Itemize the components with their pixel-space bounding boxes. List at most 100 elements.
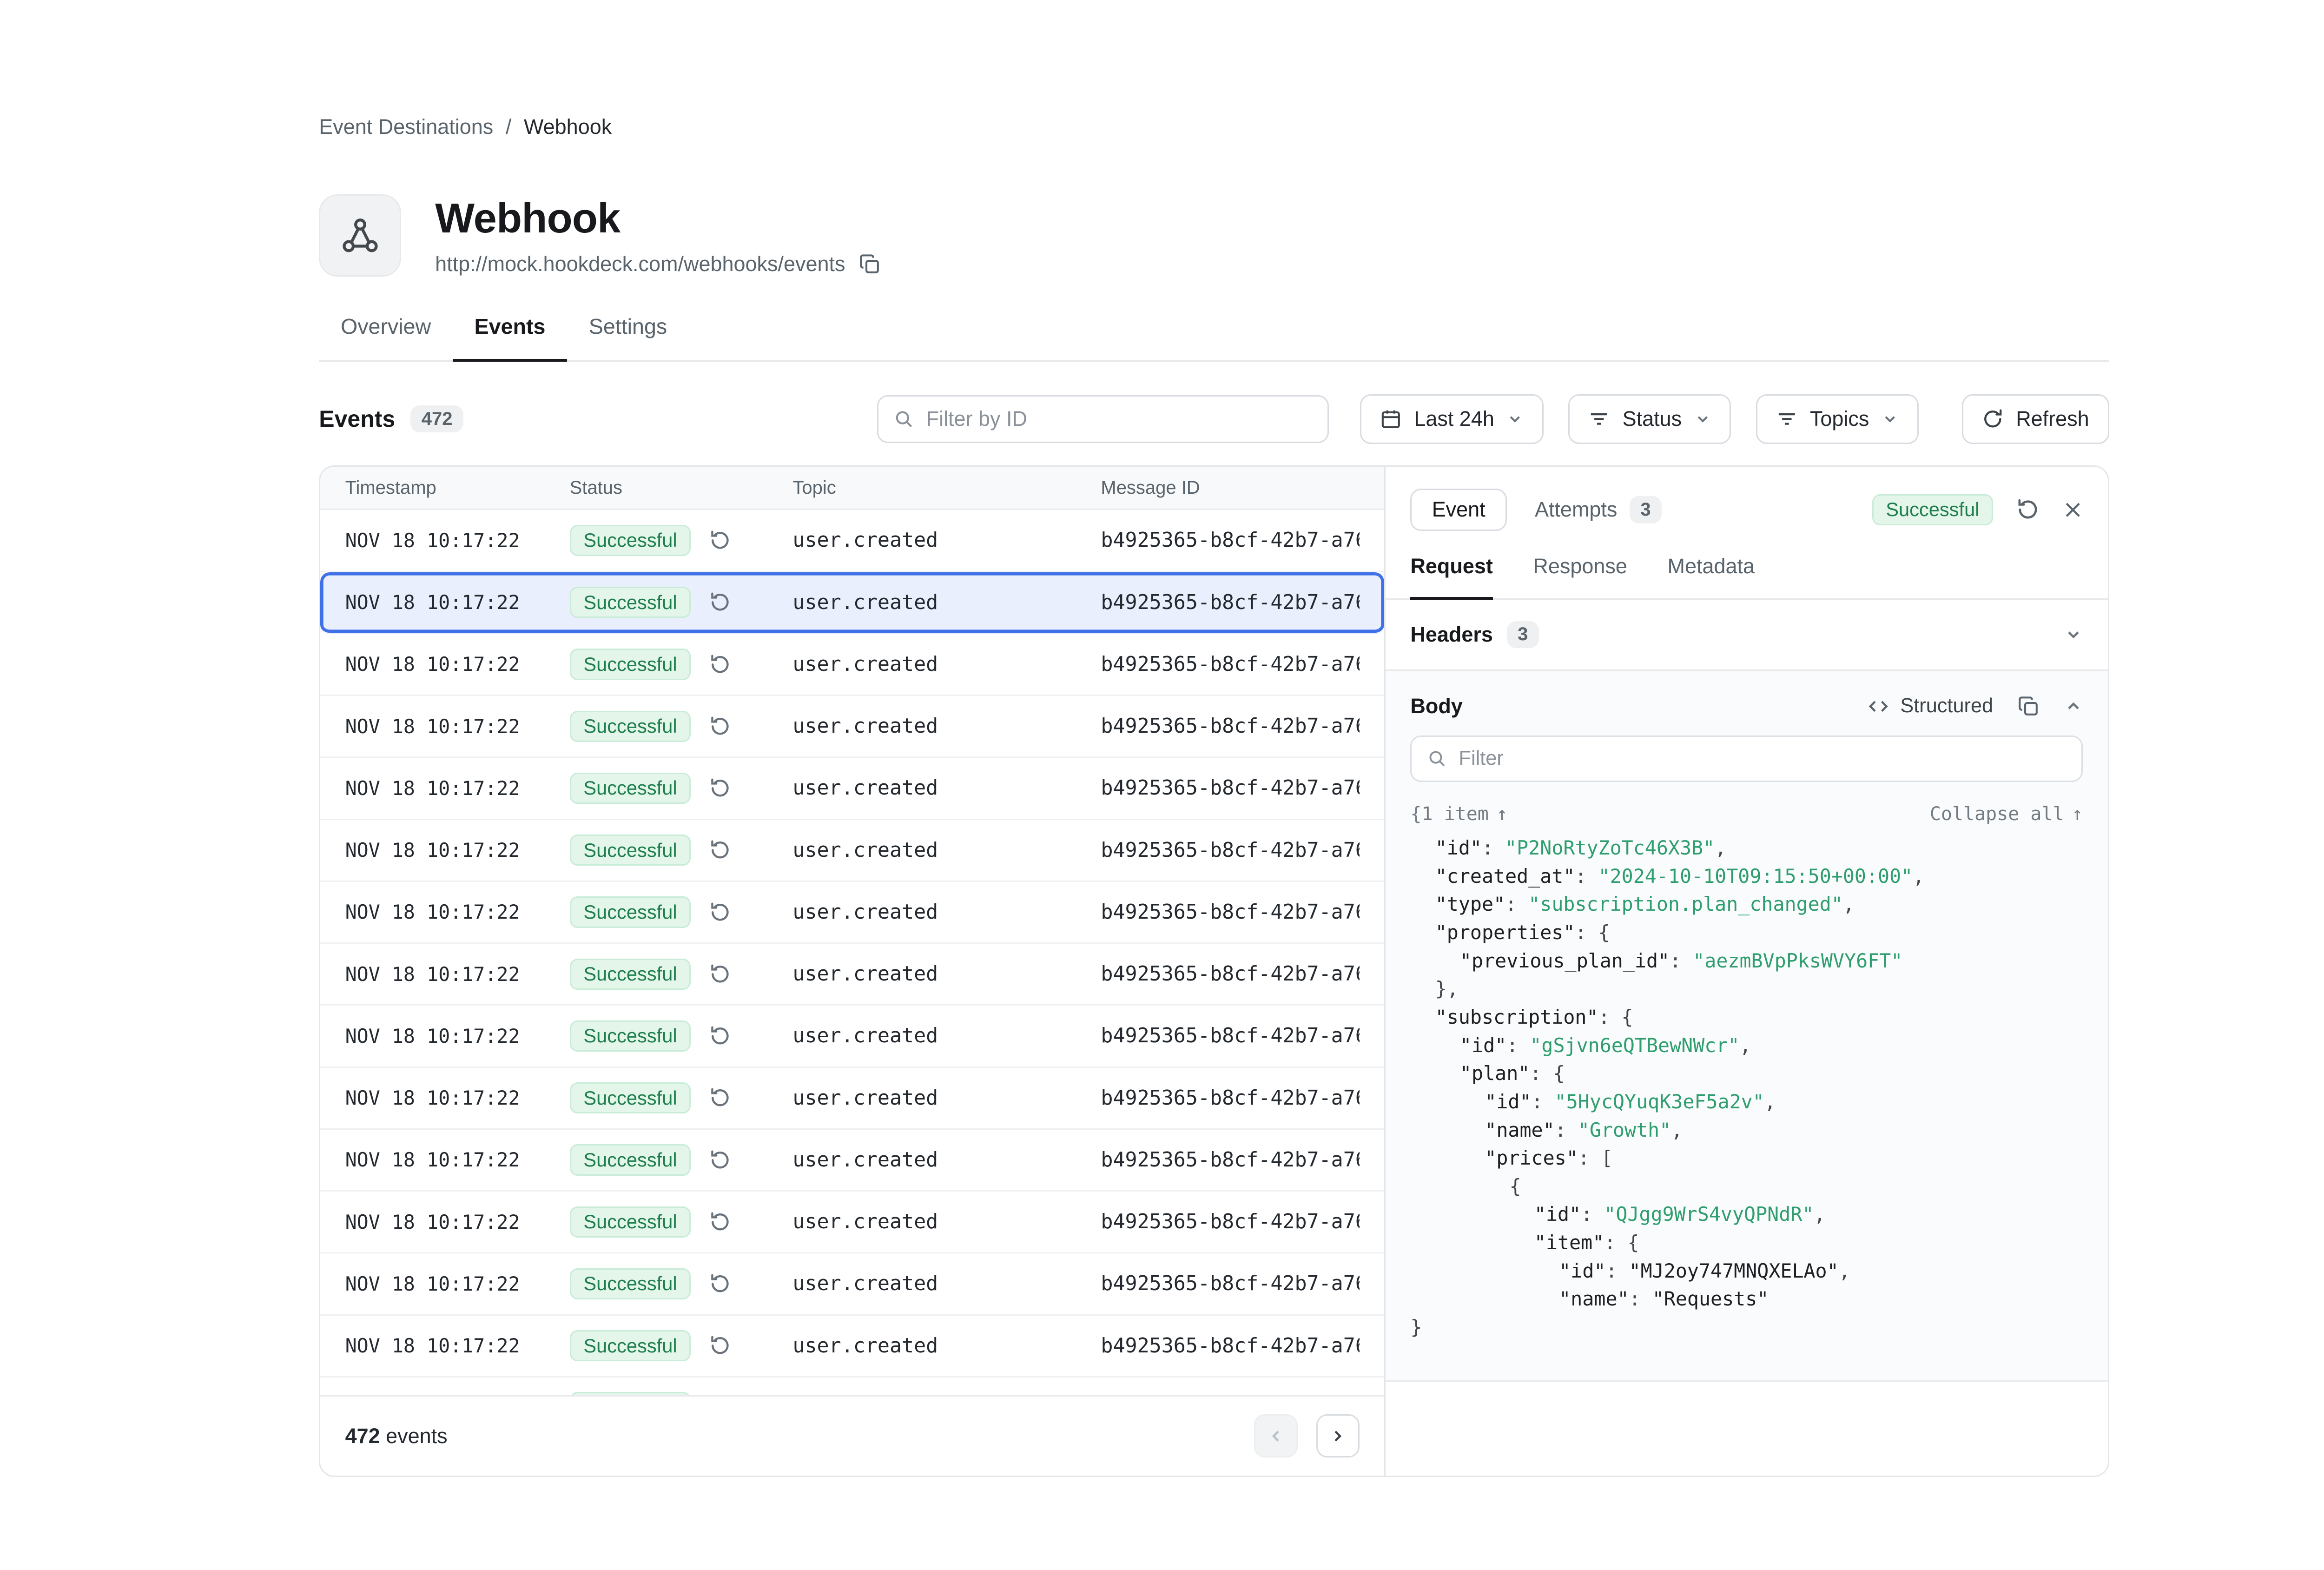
row-topic: user.created: [792, 1086, 1101, 1110]
retry-icon[interactable]: [709, 715, 731, 737]
close-panel-button[interactable]: [2063, 500, 2083, 520]
table-row[interactable]: NOV 18 10:17:22Successfuluser.createdb49…: [320, 1130, 1384, 1192]
row-topic: user.created: [792, 715, 1101, 738]
retry-icon: [2016, 498, 2040, 521]
table-row[interactable]: NOV 18 10:17:22Successfuluser.createdb49…: [320, 696, 1384, 758]
attempts-tab[interactable]: Attempts 3: [1535, 496, 1662, 523]
collapse-body-button[interactable]: [2064, 697, 2083, 715]
row-topic: user.created: [792, 1334, 1101, 1358]
filter-icon: [1776, 408, 1798, 430]
table-row[interactable]: NOV 18 10:17:22Successfuluser.createdb49…: [320, 882, 1384, 944]
row-topic: user.created: [792, 529, 1101, 552]
json-body: "id": "P2NoRtyZoTc46X3B","created_at": "…: [1386, 834, 2108, 1342]
breadcrumb-link-event-destinations[interactable]: Event Destinations: [319, 115, 493, 139]
row-status-badge: Successful: [570, 773, 691, 804]
row-topic: user.created: [792, 839, 1101, 862]
retry-icon[interactable]: [709, 1087, 731, 1109]
table-row[interactable]: NOV 18 10:17:22Successfuluser.createdb49…: [320, 572, 1384, 634]
headers-count-badge: 3: [1507, 621, 1539, 648]
detail-sub-tabs: Request Response Metadata: [1410, 554, 2083, 598]
table-row[interactable]: NOV 18 10:17:22Successfuluser.createdb49…: [320, 1253, 1384, 1315]
row-timestamp: NOV 18 10:17:22: [345, 1211, 570, 1233]
copy-icon: [859, 253, 881, 275]
json-line: "properties": {: [1386, 919, 2108, 947]
filter-by-id-search[interactable]: [877, 395, 1329, 443]
next-page-button[interactable]: [1316, 1414, 1360, 1457]
tab-metadata[interactable]: Metadata: [1668, 554, 1755, 598]
row-timestamp: NOV 18 10:17:22: [345, 1148, 570, 1171]
toolbar: Events 472 Last 24h Status Topics Refres…: [319, 394, 2109, 444]
tab-overview[interactable]: Overview: [319, 314, 453, 360]
event-tab[interactable]: Event: [1410, 489, 1507, 531]
structured-toggle[interactable]: Structured: [1868, 695, 1993, 717]
events-count-badge: 472: [410, 405, 463, 432]
retry-icon[interactable]: [709, 1335, 731, 1357]
row-message-id: b4925365-b8cf-42b7-a76…: [1101, 1086, 1359, 1110]
retry-icon[interactable]: [709, 839, 731, 861]
table-row[interactable]: NOV 18 10:17:22Successfuluser.createdb49…: [320, 510, 1384, 572]
row-topic: user.created: [792, 1210, 1101, 1233]
events-table: Timestamp Status Topic Message ID NOV 18…: [320, 467, 1384, 1476]
table-row[interactable]: NOV 18 10:17:22Successfuluser.createdb49…: [320, 1068, 1384, 1130]
tab-response[interactable]: Response: [1533, 554, 1627, 598]
row-timestamp: NOV 18 10:17:22: [345, 1086, 570, 1109]
copy-body-button[interactable]: [2018, 696, 2040, 717]
tab-request[interactable]: Request: [1410, 554, 1492, 600]
table-body: NOV 18 10:17:22Successfuluser.createdb49…: [320, 510, 1384, 1395]
row-message-id: b4925365-b8cf-42b7-a76…: [1101, 591, 1359, 614]
tab-events[interactable]: Events: [453, 314, 567, 362]
headers-section[interactable]: Headers 3: [1386, 600, 2108, 671]
copy-url-button[interactable]: [859, 253, 881, 275]
title-row: Webhook http://mock.hookdeck.com/webhook…: [319, 194, 2109, 277]
breadcrumb: Event Destinations / Webhook: [319, 115, 2109, 139]
retry-icon[interactable]: [709, 1025, 731, 1047]
event-status-badge: Successful: [1872, 494, 1994, 525]
col-message-id: Message ID: [1101, 477, 1359, 498]
prev-page-button[interactable]: [1254, 1414, 1297, 1457]
retry-icon[interactable]: [709, 1149, 731, 1171]
json-line: }: [1386, 1313, 2108, 1342]
body-filter-search[interactable]: [1410, 735, 2083, 782]
collapse-all-button[interactable]: Collapse all↑: [1930, 803, 2083, 825]
retry-icon[interactable]: [709, 1273, 731, 1295]
retry-event-button[interactable]: [2016, 498, 2040, 521]
breadcrumb-current: Webhook: [524, 115, 612, 139]
table-row[interactable]: NOV 18 10:17:22Successfuluser.createdb49…: [320, 944, 1384, 1006]
topics-filter-button[interactable]: Topics: [1756, 394, 1919, 444]
json-line: "id": "5HycQYuqK3eF5a2v",: [1386, 1088, 2108, 1116]
json-line: "created_at": "2024-10-10T09:15:50+00:00…: [1386, 862, 2108, 891]
row-message-id: b4925365-b8cf-42b7-a76…: [1101, 715, 1359, 738]
table-row[interactable]: NOV 18 10:17:22Successfuluser.createdb49…: [320, 1006, 1384, 1067]
status-filter-button[interactable]: Status: [1568, 394, 1731, 444]
retry-icon[interactable]: [709, 654, 731, 676]
search-input[interactable]: [926, 407, 1313, 431]
table-row[interactable]: NOV 18 10:17:22Successfuluser.createdb49…: [320, 1192, 1384, 1253]
table-row[interactable]: NOV 18 10:17:22Successfuluser.createdb49…: [320, 820, 1384, 882]
tab-settings[interactable]: Settings: [567, 314, 689, 360]
retry-icon[interactable]: [709, 530, 731, 551]
events-total-label: events: [380, 1424, 448, 1448]
body-filter-input[interactable]: [1459, 747, 2067, 770]
chevron-down-icon: [2064, 625, 2083, 644]
table-row[interactable]: NOV 18 10:17:22Successfuluser.createdb49…: [320, 1316, 1384, 1378]
retry-icon[interactable]: [709, 963, 731, 985]
time-range-button[interactable]: Last 24h: [1360, 394, 1544, 444]
retry-icon[interactable]: [709, 777, 731, 799]
row-timestamp: NOV 18 10:17:22: [345, 963, 570, 986]
search-icon: [1427, 749, 1446, 768]
json-line: "id": "gSjvn6eQTBewNWcr",: [1386, 1032, 2108, 1060]
json-line: "type": "subscription.plan_changed",: [1386, 890, 2108, 919]
table-row[interactable]: NOV 18 10:17:22Successfuluser.createdb49…: [320, 634, 1384, 696]
table-row[interactable]: NOV 18 10:17:22Successfuluser.createdb49…: [320, 1378, 1384, 1395]
retry-icon[interactable]: [709, 591, 731, 613]
retry-icon[interactable]: [709, 901, 731, 923]
row-status-badge: Successful: [570, 1144, 691, 1175]
json-line: "plan": {: [1386, 1060, 2108, 1088]
item-count-label[interactable]: {1 item↑: [1410, 803, 1507, 825]
attempts-count-badge: 3: [1630, 496, 1662, 523]
col-topic: Topic: [792, 477, 1101, 498]
refresh-button[interactable]: Refresh: [1962, 394, 2109, 444]
table-row[interactable]: NOV 18 10:17:22Successfuluser.createdb49…: [320, 758, 1384, 820]
retry-icon[interactable]: [709, 1211, 731, 1233]
json-line: {: [1386, 1173, 2108, 1201]
